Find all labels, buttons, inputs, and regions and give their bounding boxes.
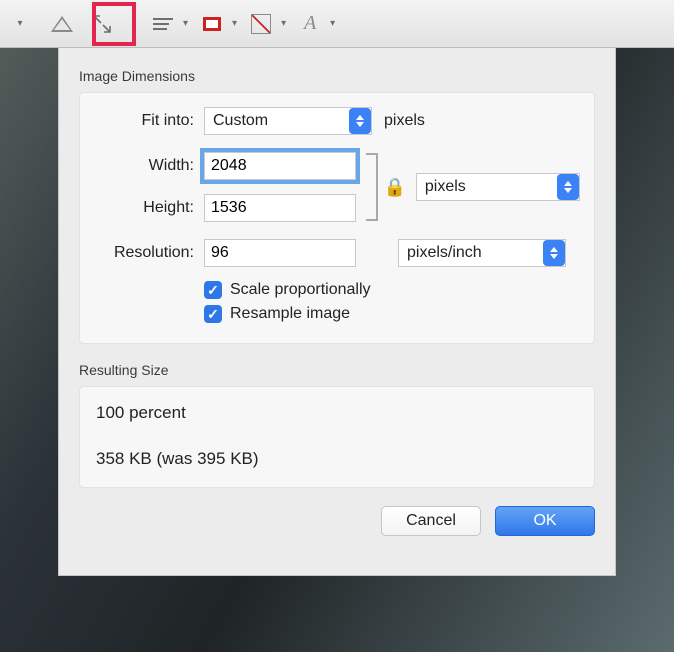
border-color-icon[interactable] — [196, 8, 228, 40]
levels-icon[interactable] — [46, 8, 78, 40]
chevron-down-icon[interactable]: ▾ — [281, 18, 286, 29]
toolbar: ▾ ▾ ▾ ▾ A ▾ — [0, 0, 674, 48]
result-percent: 100 percent — [96, 403, 578, 423]
no-fill-icon[interactable] — [245, 8, 277, 40]
toolbar-separator — [132, 11, 133, 37]
resolution-units-select[interactable]: pixels/inch — [398, 239, 566, 267]
resample-image-label: Resample image — [230, 305, 350, 323]
resolution-input[interactable] — [204, 239, 356, 267]
lock-icon[interactable]: 🔒 — [383, 177, 405, 198]
width-input[interactable] — [204, 152, 356, 180]
dimensions-group: Fit into: Custom pixels Width: Height: 🔒 — [79, 92, 595, 344]
width-label: Width: — [94, 157, 204, 175]
link-bracket-icon — [360, 149, 381, 225]
height-input[interactable] — [204, 194, 356, 222]
chevron-down-icon[interactable]: ▾ — [232, 18, 237, 29]
checkmark-icon: ✓ — [204, 281, 222, 299]
chevron-down-icon[interactable]: ▾ — [330, 18, 335, 29]
resample-image-checkbox[interactable]: ✓ Resample image — [204, 305, 580, 323]
dimension-units-value: pixels — [425, 178, 466, 196]
resolution-units-value: pixels/inch — [407, 244, 482, 262]
resulting-size-group: 100 percent 358 KB (was 395 KB) — [79, 386, 595, 488]
fit-into-units: pixels — [384, 112, 425, 130]
resolution-label: Resolution: — [94, 244, 204, 262]
section-title: Image Dimensions — [79, 68, 595, 84]
fit-into-select[interactable]: Custom — [204, 107, 372, 135]
ok-button[interactable]: OK — [495, 506, 595, 536]
image-dimensions-dialog: Image Dimensions Fit into: Custom pixels… — [58, 48, 616, 576]
resulting-size-title: Resulting Size — [79, 362, 595, 378]
scale-proportionally-checkbox[interactable]: ✓ Scale proportionally — [204, 281, 580, 299]
line-weight-icon[interactable] — [147, 8, 179, 40]
fit-into-value: Custom — [213, 112, 268, 130]
select-arrows-icon — [557, 174, 579, 200]
dimension-units-select[interactable]: pixels — [416, 173, 580, 201]
font-style-icon[interactable]: A — [294, 8, 326, 40]
scale-proportionally-label: Scale proportionally — [230, 281, 371, 299]
resize-icon[interactable] — [86, 8, 118, 40]
fit-into-label: Fit into: — [94, 112, 204, 130]
cancel-button[interactable]: Cancel — [381, 506, 481, 536]
checkmark-icon: ✓ — [204, 305, 222, 323]
chevron-down-icon: ▾ — [6, 8, 38, 40]
height-label: Height: — [94, 199, 204, 217]
result-bytes: 358 KB (was 395 KB) — [96, 449, 578, 469]
select-arrows-icon — [543, 240, 565, 266]
chevron-down-icon[interactable]: ▾ — [183, 18, 188, 29]
select-arrows-icon — [349, 108, 371, 134]
